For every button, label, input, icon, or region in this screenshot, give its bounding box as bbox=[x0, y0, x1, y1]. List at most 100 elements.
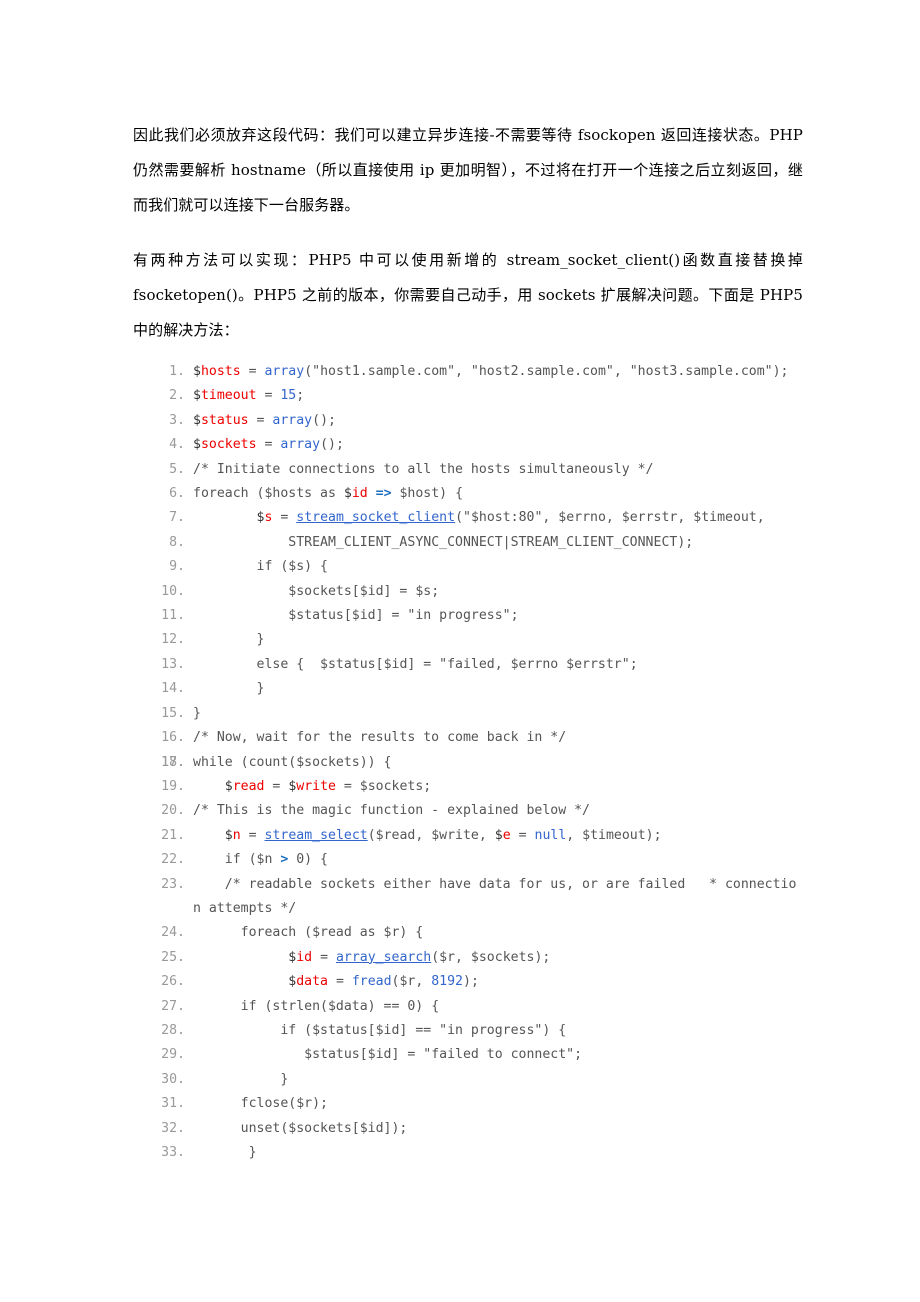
code-line-number: 19 bbox=[155, 775, 185, 799]
code-line-number: 32 bbox=[155, 1117, 185, 1141]
code-line-number: 18 bbox=[155, 751, 185, 775]
code-line: 7 $s = stream_socket_client("$host:80", … bbox=[155, 506, 803, 530]
code-line: 11 $status[$id] = "in progress"; bbox=[155, 604, 803, 628]
code-line-number: 10 bbox=[155, 580, 185, 604]
code-line-number: 29 bbox=[155, 1043, 185, 1067]
code-line: 20 /* This is the magic function - explai… bbox=[155, 799, 803, 823]
code-line-text: unset($sockets[$id]); bbox=[193, 1120, 408, 1136]
code-line-text: $id = array_search($r, $sockets); bbox=[288, 949, 551, 965]
code-line-number: 7 bbox=[155, 506, 185, 530]
code-line: 25 $id = array_search($r, $sockets); bbox=[155, 946, 803, 970]
code-line-number: 26 bbox=[155, 970, 185, 994]
code-line-text: while (count($sockets)) { bbox=[193, 754, 392, 770]
code-line: 30 } bbox=[155, 1068, 803, 1092]
code-line-text: } bbox=[193, 681, 265, 697]
code-line-number: 30 bbox=[155, 1068, 185, 1092]
code-line-text: $status[$id] = "failed to connect"; bbox=[193, 1047, 583, 1063]
code-line-text: if ($n > 0) { bbox=[193, 852, 328, 868]
code-line: 33 } bbox=[155, 1141, 803, 1165]
code-line: 1 $hosts = array("host1.sample.com", "hos… bbox=[155, 360, 803, 384]
code-line-number: 4 bbox=[155, 433, 185, 457]
code-line-text: $read = $write = $sockets; bbox=[224, 778, 432, 794]
code-line: 13 else { $status[$id] = "failed, $errno… bbox=[155, 653, 803, 677]
code-line-number: 2 bbox=[155, 384, 185, 408]
code-line-number: 14 bbox=[155, 677, 185, 701]
code-line-text: } bbox=[193, 1071, 289, 1087]
code-line-text: if ($status[$id] == "in progress") { bbox=[193, 1022, 567, 1038]
code-line-number: 3 bbox=[155, 409, 185, 433]
code-line: 24 foreach ($read as $r) { bbox=[155, 921, 803, 945]
code-line-text: $hosts = array("host1.sample.com", "host… bbox=[193, 364, 789, 379]
code-line: 22 if ($n > 0) { bbox=[155, 848, 803, 872]
code-line-number: 11 bbox=[155, 604, 185, 628]
code-line: 32 unset($sockets[$id]); bbox=[155, 1117, 803, 1141]
code-line: 3 $status = array(); bbox=[155, 409, 803, 433]
code-line-text: $data = fread($r, 8192); bbox=[288, 974, 479, 990]
code-line-number: 31 bbox=[155, 1092, 185, 1116]
code-line-text: $status[$id] = "in progress"; bbox=[193, 608, 519, 624]
code-line-number: 8 bbox=[155, 531, 185, 555]
code-line: 19 $read = $write = $sockets; bbox=[155, 775, 803, 799]
code-line: 21 $n = stream_select($read, $write, $e … bbox=[155, 824, 803, 848]
code-line-number: 33 bbox=[155, 1141, 185, 1165]
code-line-number: 24 bbox=[155, 921, 185, 945]
code-line: 31 fclose($r); bbox=[155, 1092, 803, 1116]
code-line: 12 } bbox=[155, 628, 803, 652]
document-content: 因此我们必须放弃这段代码：我们可以建立异步连接-不需要等待 fsockopen … bbox=[133, 118, 803, 1165]
code-block: 1 $hosts = array("host1.sample.com", "hos… bbox=[155, 360, 803, 1165]
code-line-number: 25 bbox=[155, 946, 185, 970]
code-line-text: STREAM_CLIENT_ASYNC_CONNECT|STREAM_CLIEN… bbox=[193, 534, 694, 550]
code-line-number: 12 bbox=[155, 628, 185, 652]
code-line: 18 while (count($sockets)) { bbox=[155, 751, 803, 775]
code-line-text: } bbox=[193, 705, 201, 721]
code-line: 15} bbox=[155, 702, 803, 726]
code-line-text: if ($s) { bbox=[193, 559, 328, 575]
code-line-number: 1 bbox=[155, 360, 185, 384]
code-line-text: /* Initiate connections to all the hosts… bbox=[193, 461, 654, 477]
code-line-number: 16 bbox=[155, 726, 185, 750]
code-line-text: $timeout = 15; bbox=[193, 388, 305, 404]
paragraph-2: 有两种方法可以实现：PHP5 中可以使用新增的 stream_socket_cl… bbox=[133, 251, 803, 339]
code-line-text: $sockets[$id] = $s; bbox=[193, 583, 440, 599]
code-line: 16 /* Now, wait for the results to come b… bbox=[155, 726, 803, 750]
code-line-text: /* Now, wait for the results to come bac… bbox=[193, 730, 567, 746]
code-line-text: foreach ($hosts as $id => $host) { bbox=[193, 486, 464, 502]
paragraph-1: 因此我们必须放弃这段代码：我们可以建立异步连接-不需要等待 fsockopen … bbox=[133, 126, 803, 214]
code-line-number: 20 bbox=[155, 799, 185, 823]
code-line: 14 } bbox=[155, 677, 803, 701]
code-line-number: 22 bbox=[155, 848, 185, 872]
code-line-text: if (strlen($data) == 0) { bbox=[193, 998, 440, 1014]
code-line-text: } bbox=[193, 1145, 257, 1160]
code-line-number: 28 bbox=[155, 1019, 185, 1043]
code-line: 9 if ($s) { bbox=[155, 555, 803, 579]
code-line-text: $sockets = array(); bbox=[193, 437, 344, 453]
code-line-number: 13 bbox=[155, 653, 185, 677]
document-page: 因此我们必须放弃这段代码：我们可以建立异步连接-不需要等待 fsockopen … bbox=[0, 0, 920, 1302]
code-line: 5 /* Initiate connections to all the host… bbox=[155, 458, 803, 482]
code-line: 6 foreach ($hosts as $id => $host) { bbox=[155, 482, 803, 506]
code-line-number: 23 bbox=[155, 873, 185, 897]
code-line-number: 15 bbox=[155, 702, 185, 726]
code-line: 10 $sockets[$id] = $s; bbox=[155, 580, 803, 604]
code-line: 26 $data = fread($r, 8192); bbox=[155, 970, 803, 994]
code-line-number: 5 bbox=[155, 458, 185, 482]
code-line-text: $status = array(); bbox=[193, 412, 336, 428]
code-line-number: 9 bbox=[155, 555, 185, 579]
code-line: 28 if ($status[$id] == "in progress") { bbox=[155, 1019, 803, 1043]
code-line-number: 27 bbox=[155, 995, 185, 1019]
code-line: 4 $sockets = array(); bbox=[155, 433, 803, 457]
code-line-text: } bbox=[193, 632, 265, 648]
code-line-text: else { $status[$id] = "failed, $errno $e… bbox=[193, 656, 638, 672]
code-line-number: 21 bbox=[155, 824, 185, 848]
code-line-text: /* This is the magic function - explaine… bbox=[193, 803, 590, 819]
code-line-text: $n = stream_select($read, $write, $e = n… bbox=[224, 827, 662, 843]
code-line-text: fclose($r); bbox=[193, 1096, 328, 1112]
code-line: 29 $status[$id] = "failed to connect"; bbox=[155, 1043, 803, 1067]
code-line: 8 STREAM_CLIENT_ASYNC_CONNECT|STREAM_CLI… bbox=[155, 531, 803, 555]
code-line-text: $s = stream_socket_client("$host:80", $e… bbox=[256, 510, 765, 526]
code-line: 27 if (strlen($data) == 0) { bbox=[155, 995, 803, 1019]
code-line-text: /* readable sockets either have data for… bbox=[193, 876, 797, 916]
code-line-text: foreach ($read as $r) { bbox=[193, 925, 424, 941]
code-line: 2 $timeout = 15; bbox=[155, 384, 803, 408]
code-line-number: 6 bbox=[155, 482, 185, 506]
